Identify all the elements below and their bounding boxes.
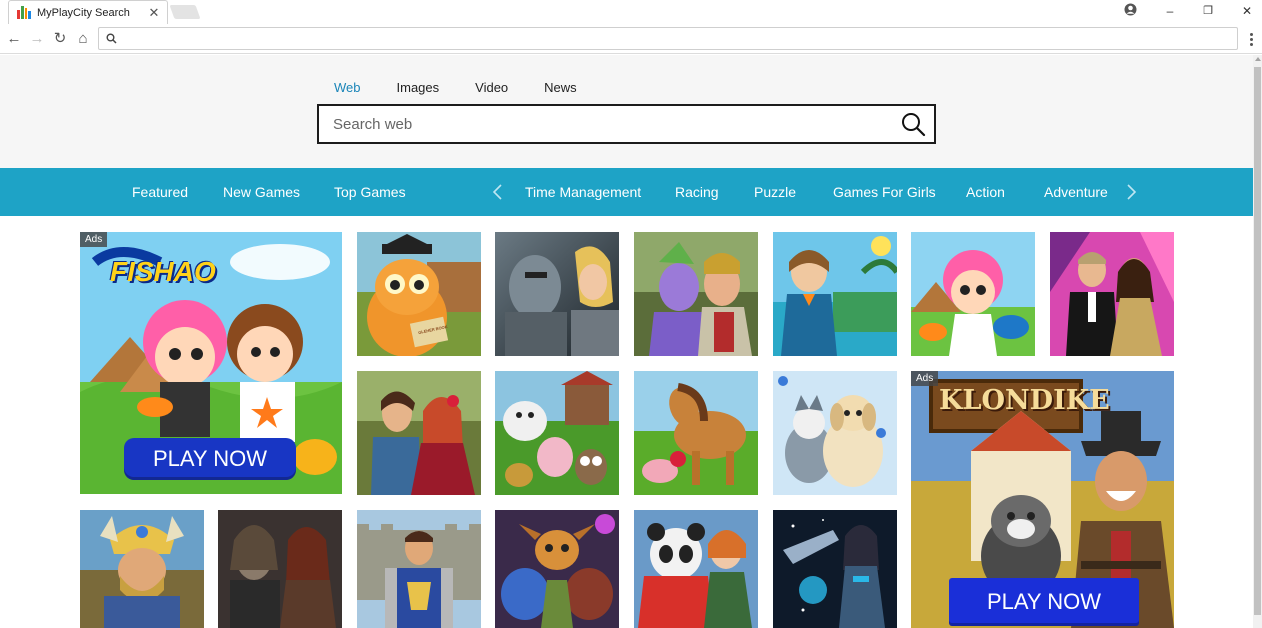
resort-woman-icon <box>773 232 897 356</box>
chevron-left-icon[interactable] <box>491 183 505 201</box>
goblins-icon <box>495 510 619 628</box>
tile-elf-heroes-game[interactable] <box>634 232 758 356</box>
space-girl-icon <box>773 510 897 628</box>
dark-warriors-icon <box>218 510 342 628</box>
tab-video[interactable]: Video <box>475 80 508 95</box>
scroll-up-arrow-icon[interactable] <box>1255 57 1261 61</box>
search-box <box>317 104 936 144</box>
ads-badge: Ads <box>911 371 939 386</box>
tile-castle-knight-game[interactable] <box>357 510 481 628</box>
category-action[interactable]: Action <box>966 168 1005 216</box>
orange-cat-icon <box>357 232 481 356</box>
category-featured[interactable]: Featured <box>132 168 188 216</box>
panda-icon <box>634 510 758 628</box>
category-puzzle[interactable]: Puzzle <box>754 168 796 216</box>
tile-farm-animals-game[interactable] <box>495 371 619 495</box>
back-button[interactable]: ← <box>5 30 23 48</box>
tile-panda-adventure-game[interactable] <box>634 510 758 628</box>
klondike-logo: KLONDIKE <box>939 385 1110 416</box>
vertical-scrollbar[interactable] <box>1253 55 1262 628</box>
scroll-thumb[interactable] <box>1254 67 1261 615</box>
category-adventure[interactable]: Adventure <box>1044 168 1108 216</box>
farm-animals-icon <box>495 371 619 495</box>
close-window-button[interactable]: ✕ <box>1237 3 1257 19</box>
tab-images[interactable]: Images <box>397 80 440 95</box>
category-time-management[interactable]: Time Management <box>525 168 641 216</box>
restore-button[interactable]: ❐ <box>1198 3 1218 19</box>
romantic-couple-icon <box>357 371 481 495</box>
tile-cat-scholar-game[interactable]: GLEHER BOOK <box>357 232 481 356</box>
category-top-games[interactable]: Top Games <box>334 168 406 216</box>
tile-puppy-pets-game[interactable] <box>773 371 897 495</box>
cartoon-girl-icon <box>911 232 1035 356</box>
tab-close-icon[interactable]: ✕ <box>147 5 161 21</box>
tile-dark-warriors-game[interactable] <box>218 510 342 628</box>
minimize-button[interactable]: – <box>1160 3 1180 19</box>
ads-badge: Ads <box>80 232 108 247</box>
browser-toolbar: ← → ↻ ⌂ <box>0 24 1262 54</box>
tile-space-pilot-game[interactable] <box>773 510 897 628</box>
tab-title: MyPlayCity Search <box>37 6 130 19</box>
tile-goblin-tribe-game[interactable] <box>495 510 619 628</box>
page: Web Images Video News Featured New Games… <box>0 55 1253 628</box>
category-games-for-girls[interactable]: Games For Girls <box>833 168 936 216</box>
myplaycity-favicon-icon <box>17 6 31 19</box>
castle-knight-icon <box>357 510 481 628</box>
tile-pony-farm-game[interactable] <box>634 371 758 495</box>
fishao-play-now-button[interactable]: PLAY NOW <box>124 438 296 480</box>
viking-icon <box>80 510 204 628</box>
fashion-couple-icon <box>1050 232 1174 356</box>
armored-knight-icon <box>495 232 619 356</box>
fishao-logo: FISHAO <box>110 256 216 287</box>
chevron-right-icon[interactable] <box>1124 183 1138 201</box>
tile-fashion-couple-game[interactable] <box>1050 232 1174 356</box>
tile-romance-tale-game[interactable] <box>357 371 481 495</box>
category-bar: Featured New Games Top Games Time Manage… <box>0 168 1253 216</box>
profile-icon[interactable] <box>1124 3 1137 16</box>
klondike-ad-tile[interactable]: KLONDIKE Ads PLAY NOW <box>911 371 1174 628</box>
tile-fishao-girl-game[interactable] <box>911 232 1035 356</box>
address-bar[interactable] <box>98 27 1238 50</box>
search-icon <box>106 33 117 44</box>
klondike-play-now-button[interactable]: PLAY NOW <box>949 578 1139 626</box>
search-input[interactable] <box>333 106 893 142</box>
search-header: Web Images Video News <box>0 55 1253 168</box>
tile-viking-king-game[interactable] <box>80 510 204 628</box>
tab-web[interactable]: Web <box>334 80 361 95</box>
tab-news[interactable]: News <box>544 80 577 95</box>
search-type-tabs: Web Images Video News <box>334 80 613 95</box>
tile-knight-warriors-game[interactable] <box>495 232 619 356</box>
pony-icon <box>634 371 758 495</box>
home-button[interactable]: ⌂ <box>74 30 92 48</box>
search-icon[interactable] <box>900 111 926 137</box>
new-tab-button[interactable] <box>169 5 201 19</box>
elf-warrior-icon <box>634 232 758 356</box>
reload-button[interactable]: ↻ <box>51 30 69 48</box>
puppies-icon <box>773 371 897 495</box>
browser-menu-icon[interactable] <box>1246 30 1256 48</box>
browser-tab-strip: MyPlayCity Search ✕ – ❐ ✕ <box>0 0 1262 24</box>
fishao-ad-tile[interactable]: FISHAO Ads PLAY NOW <box>80 232 342 494</box>
browser-tab[interactable]: MyPlayCity Search ✕ <box>8 0 168 24</box>
category-new-games[interactable]: New Games <box>223 168 300 216</box>
category-racing[interactable]: Racing <box>675 168 719 216</box>
forward-button[interactable]: → <box>28 30 46 48</box>
tile-resort-manager-game[interactable] <box>773 232 897 356</box>
